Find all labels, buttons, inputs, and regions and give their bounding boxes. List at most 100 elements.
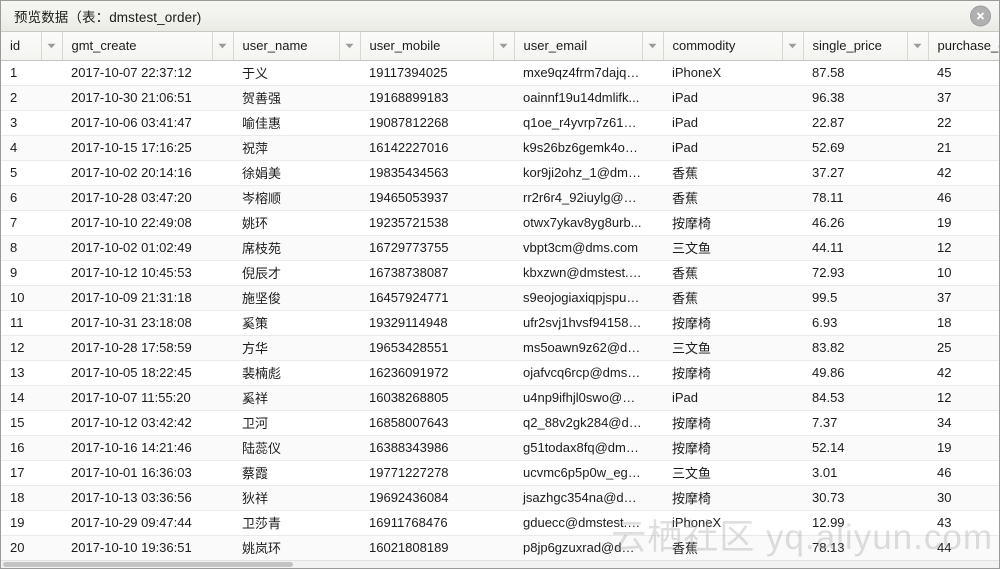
- column-filter-gmt_create[interactable]: [212, 32, 234, 61]
- cell-purchase_count[interactable]: 12: [928, 385, 999, 411]
- cell-gmt_create[interactable]: 2017-10-05 18:22:45: [62, 360, 212, 386]
- cell-user_email[interactable]: g51todax8fq@dmst...: [514, 435, 642, 461]
- cell-purchase_count[interactable]: 37: [928, 285, 999, 311]
- chevron-down-icon[interactable]: [42, 32, 62, 60]
- table-row[interactable]: 9 2017-10-12 10:45:53 倪辰才 16738738087 kbxzwn…: [1, 260, 999, 286]
- cell-user_mobile[interactable]: 16729773755: [360, 235, 493, 261]
- cell-id[interactable]: 3: [1, 110, 41, 136]
- cell-purchase_count[interactable]: 45: [928, 60, 999, 86]
- cell-commodity[interactable]: 按摩椅: [663, 410, 782, 436]
- cell-user_name[interactable]: 狄祥: [233, 485, 339, 511]
- horizontal-scrollbar[interactable]: [1, 560, 999, 568]
- table-row[interactable]: 11 2017-10-31 23:18:08 奚策 19329114948 ufr2sv…: [1, 310, 999, 336]
- cell-single_price[interactable]: 22.87: [803, 110, 907, 136]
- cell-user_mobile[interactable]: 19692436084: [360, 485, 493, 511]
- column-filter-id[interactable]: [41, 32, 63, 61]
- cell-id[interactable]: 2: [1, 85, 41, 111]
- cell-user_name[interactable]: 奚策: [233, 310, 339, 336]
- cell-user_email[interactable]: mxe9qz4frm7dajq@...: [514, 60, 642, 86]
- column-header-commodity[interactable]: commodity: [663, 32, 783, 61]
- table-row[interactable]: 4 2017-10-15 17:16:25 祝萍 16142227016 k9s26bz…: [1, 135, 999, 161]
- cell-user_name[interactable]: 岑榕顺: [233, 185, 339, 211]
- cell-id[interactable]: 6: [1, 185, 41, 211]
- cell-single_price[interactable]: 83.82: [803, 335, 907, 361]
- cell-user_name[interactable]: 蔡霞: [233, 460, 339, 486]
- cell-id[interactable]: 7: [1, 210, 41, 236]
- cell-gmt_create[interactable]: 2017-10-07 11:55:20: [62, 385, 212, 411]
- cell-gmt_create[interactable]: 2017-10-13 03:36:56: [62, 485, 212, 511]
- table-row[interactable]: 20 2017-10-10 19:36:51 姚岚环 16021808189 p8jp6…: [1, 535, 999, 561]
- column-filter-commodity[interactable]: [782, 32, 804, 61]
- cell-purchase_count[interactable]: 25: [928, 335, 999, 361]
- cell-single_price[interactable]: 46.26: [803, 210, 907, 236]
- cell-user_mobile[interactable]: 16738738087: [360, 260, 493, 286]
- column-header-user_name[interactable]: user_name: [233, 32, 340, 61]
- cell-purchase_count[interactable]: 46: [928, 185, 999, 211]
- cell-id[interactable]: 5: [1, 160, 41, 186]
- cell-commodity[interactable]: iPad: [663, 385, 782, 411]
- cell-user_name[interactable]: 姚环: [233, 210, 339, 236]
- cell-user_mobile[interactable]: 16038268805: [360, 385, 493, 411]
- horizontal-scrollbar-thumb[interactable]: [3, 562, 293, 567]
- cell-user_mobile[interactable]: 19465053937: [360, 185, 493, 211]
- cell-user_mobile[interactable]: 16142227016: [360, 135, 493, 161]
- table-row[interactable]: 5 2017-10-02 20:14:16 徐娟美 19835434563 kor9ji…: [1, 160, 999, 186]
- table-row[interactable]: 15 2017-10-12 03:42:42 卫河 16858007643 q2_88v…: [1, 410, 999, 436]
- cell-gmt_create[interactable]: 2017-10-16 14:21:46: [62, 435, 212, 461]
- cell-id[interactable]: 19: [1, 510, 41, 536]
- cell-gmt_create[interactable]: 2017-10-28 17:58:59: [62, 335, 212, 361]
- cell-id[interactable]: 4: [1, 135, 41, 161]
- cell-user_name[interactable]: 于义: [233, 60, 339, 86]
- cell-purchase_count[interactable]: 19: [928, 210, 999, 236]
- table-row[interactable]: 17 2017-10-01 16:36:03 蔡霞 19771227278 ucvmc6…: [1, 460, 999, 486]
- cell-gmt_create[interactable]: 2017-10-31 23:18:08: [62, 310, 212, 336]
- cell-gmt_create[interactable]: 2017-10-01 16:36:03: [62, 460, 212, 486]
- cell-single_price[interactable]: 78.11: [803, 185, 907, 211]
- cell-commodity[interactable]: 香蕉: [663, 285, 782, 311]
- cell-user_email[interactable]: kbxzwn@dmstest.co...: [514, 260, 642, 286]
- cell-user_name[interactable]: 喻佳惠: [233, 110, 339, 136]
- cell-user_email[interactable]: kor9ji2ohz_1@dmst...: [514, 160, 642, 186]
- cell-single_price[interactable]: 49.86: [803, 360, 907, 386]
- cell-user_name[interactable]: 姚岚环: [233, 535, 339, 561]
- cell-user_email[interactable]: u4np9ifhjl0swo@dm...: [514, 385, 642, 411]
- cell-user_mobile[interactable]: 19771227278: [360, 460, 493, 486]
- cell-commodity[interactable]: 三文鱼: [663, 335, 782, 361]
- cell-purchase_count[interactable]: 18: [928, 310, 999, 336]
- cell-gmt_create[interactable]: 2017-10-29 09:47:44: [62, 510, 212, 536]
- table-row[interactable]: 13 2017-10-05 18:22:45 裴楠彪 16236091972 ojafv…: [1, 360, 999, 386]
- table-row[interactable]: 2 2017-10-30 21:06:51 贺善强 19168899183 oainnf…: [1, 85, 999, 111]
- cell-purchase_count[interactable]: 22: [928, 110, 999, 136]
- cell-gmt_create[interactable]: 2017-10-02 01:02:49: [62, 235, 212, 261]
- cell-single_price[interactable]: 3.01: [803, 460, 907, 486]
- cell-user_mobile[interactable]: 19235721538: [360, 210, 493, 236]
- cell-gmt_create[interactable]: 2017-10-06 03:41:47: [62, 110, 212, 136]
- column-header-purchase_count[interactable]: purchase_coun: [928, 32, 999, 61]
- column-header-user_email[interactable]: user_email: [514, 32, 643, 61]
- cell-gmt_create[interactable]: 2017-10-15 17:16:25: [62, 135, 212, 161]
- cell-user_email[interactable]: oainnf19u14dmlifk...: [514, 85, 642, 111]
- cell-commodity[interactable]: iPhoneX: [663, 510, 782, 536]
- cell-purchase_count[interactable]: 44: [928, 535, 999, 561]
- column-filter-user_name[interactable]: [339, 32, 361, 61]
- cell-commodity[interactable]: 按摩椅: [663, 210, 782, 236]
- cell-single_price[interactable]: 7.37: [803, 410, 907, 436]
- cell-user_mobile[interactable]: 19329114948: [360, 310, 493, 336]
- cell-id[interactable]: 9: [1, 260, 41, 286]
- cell-user_mobile[interactable]: 16457924771: [360, 285, 493, 311]
- chevron-down-icon[interactable]: [643, 32, 663, 60]
- cell-gmt_create[interactable]: 2017-10-10 19:36:51: [62, 535, 212, 561]
- cell-user_name[interactable]: 裴楠彪: [233, 360, 339, 386]
- cell-user_name[interactable]: 席枝苑: [233, 235, 339, 261]
- cell-gmt_create[interactable]: 2017-10-12 03:42:42: [62, 410, 212, 436]
- cell-user_name[interactable]: 卫莎青: [233, 510, 339, 536]
- cell-user_name[interactable]: 徐娟美: [233, 160, 339, 186]
- cell-user_email[interactable]: jsazhgc354na@dms....: [514, 485, 642, 511]
- cell-id[interactable]: 11: [1, 310, 41, 336]
- column-filter-user_mobile[interactable]: [493, 32, 515, 61]
- cell-user_name[interactable]: 倪辰才: [233, 260, 339, 286]
- cell-user_email[interactable]: q1oe_r4yvrp7z61w...: [514, 110, 642, 136]
- cell-user_email[interactable]: p8jp6gzuxrad@dms...: [514, 535, 642, 561]
- cell-id[interactable]: 16: [1, 435, 41, 461]
- cell-user_email[interactable]: otwx7ykav8yg8urb...: [514, 210, 642, 236]
